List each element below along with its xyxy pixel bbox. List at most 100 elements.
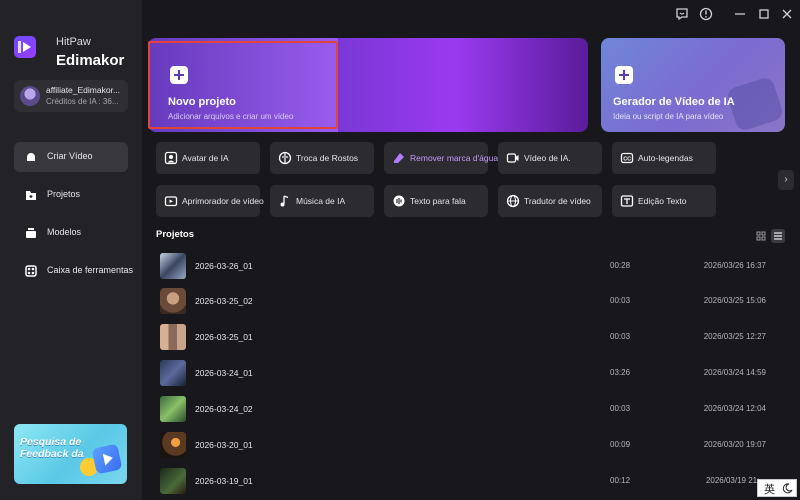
tool-text-to-speech[interactable]: Texto para fala [384, 185, 488, 217]
table-row[interactable]: 2026-03-24_02 00:03 2026/03/24 12:04 [156, 394, 784, 424]
tool-label: Tradutor de vídeo [524, 196, 591, 206]
music-icon [280, 195, 289, 207]
project-date: 2026/03/26 16:37 [703, 261, 766, 270]
project-duration: 00:28 [610, 261, 631, 270]
settings-icon[interactable] [698, 6, 714, 22]
sidebar-item-create-video[interactable]: Criar Vídeo [14, 142, 128, 172]
create-video-icon [27, 153, 35, 161]
project-thumbnail [160, 396, 186, 422]
ime-indicator[interactable]: 英 [757, 479, 797, 497]
sidebar-item-label: Modelos [47, 227, 82, 237]
tool-video-enhancer[interactable]: Aprimorador de vídeo [156, 185, 264, 217]
table-row[interactable]: 2026-03-20_01 00:09 2026/03/20 19:07 [156, 430, 784, 460]
project-name: 2026-03-24_01 [195, 368, 253, 378]
brand-name-top: HitPaw [56, 36, 91, 48]
account-name: affiliate_Edimakor... [46, 85, 121, 95]
tool-ai-music[interactable]: Música de IA [270, 185, 374, 217]
ai-generator-subtitle: Ideia ou script de IA para vídeo [613, 112, 724, 121]
feedback-icon[interactable] [674, 6, 690, 22]
list-view-icon[interactable] [771, 229, 785, 243]
tool-label: Remover marca d'água [410, 153, 499, 163]
sidebar: HitPaw Edimakor affiliate_Edimakor... Cr… [0, 0, 142, 500]
project-thumbnail [160, 360, 186, 386]
text-edit-icon [620, 195, 634, 207]
project-thumbnail [160, 288, 186, 314]
translator-icon [506, 194, 520, 208]
sidebar-item-label: Caixa de ferramentas [47, 265, 134, 275]
project-name: 2026-03-24_02 [195, 404, 253, 414]
project-duration: 00:03 [610, 332, 631, 341]
project-thumbnail [160, 432, 186, 458]
project-thumbnail [160, 468, 186, 494]
toolbox-icon [25, 265, 37, 277]
project-date: 2026/03/24 14:59 [703, 368, 766, 377]
tool-label: Auto-legendas [638, 153, 693, 163]
account-card[interactable]: affiliate_Edimakor... Créditos de IA : 3… [14, 80, 128, 112]
project-date: 2026/03/24 12:04 [703, 404, 766, 413]
tool-label: Troca de Rostos [296, 153, 359, 163]
moon-icon [782, 483, 793, 494]
tool-ai-video[interactable]: Vídeo de IA. [498, 142, 602, 174]
project-date: 2026/03/25 12:27 [703, 332, 766, 341]
table-row[interactable]: 2026-03-25_01 00:03 2026/03/25 12:27 [156, 322, 784, 352]
tool-auto-subtitles[interactable]: CC Auto-legendas [612, 142, 716, 174]
subtitles-icon: CC [620, 152, 634, 164]
tools-next-arrow[interactable]: › [778, 170, 794, 190]
tool-face-swap[interactable]: Troca de Rostos [270, 142, 374, 174]
project-name: 2026-03-25_01 [195, 332, 253, 342]
avatar [20, 86, 40, 106]
table-row[interactable]: 2026-03-26_01 00:28 2026/03/26 16:37 [156, 251, 784, 281]
face-swap-icon [278, 151, 292, 165]
project-name: 2026-03-25_02 [195, 296, 253, 306]
feedback-text: Pesquisa de Feedback da [20, 436, 84, 460]
minimize-icon[interactable] [732, 6, 748, 22]
project-name: 2026-03-26_01 [195, 261, 253, 271]
play-icon [91, 443, 123, 475]
table-row[interactable]: 2026-03-25_02 00:03 2026/03/25 15:06 [156, 286, 784, 316]
project-duration: 03:26 [610, 368, 631, 377]
avatar-icon [164, 151, 178, 165]
tool-label: Música de IA [296, 196, 346, 206]
video-enhancer-icon [164, 196, 178, 207]
plus-icon [615, 66, 633, 84]
tool-label: Avatar de IA [182, 153, 229, 163]
project-duration: 00:09 [610, 440, 631, 449]
project-thumbnail [160, 324, 186, 350]
feedback-banner[interactable]: Pesquisa de Feedback da [14, 424, 127, 484]
ime-language: 英 [764, 484, 775, 496]
ai-generator-title: Gerador de Vídeo de IA [613, 96, 735, 108]
table-row[interactable]: 2026-03-19_01 00:12 2026/03/19 21:... [156, 466, 784, 496]
ai-credits: Créditos de IA : 36... [46, 97, 119, 106]
project-date: 2026/03/20 19:07 [703, 440, 766, 449]
tool-label: Edição Texto [638, 196, 687, 206]
watermark-remove-icon [394, 153, 404, 163]
app-logo-icon [14, 36, 36, 58]
tool-label: Aprimorador de vídeo [182, 196, 264, 206]
project-duration: 00:03 [610, 404, 631, 413]
ai-video-generator-card[interactable]: Gerador de Vídeo de IA Ideia ou script d… [601, 38, 785, 132]
maximize-icon[interactable] [756, 6, 772, 22]
sidebar-item-label: Criar Vídeo [47, 151, 93, 161]
projects-heading: Projetos [156, 229, 195, 240]
projects-icon [26, 191, 36, 200]
project-duration: 00:03 [610, 296, 631, 305]
project-duration: 00:12 [610, 476, 631, 485]
tool-text-edit[interactable]: Edição Texto [612, 185, 716, 217]
sidebar-item-toolbox[interactable]: Caixa de ferramentas [14, 256, 133, 286]
sidebar-item-projects[interactable]: Projetos [14, 180, 128, 210]
project-name: 2026-03-20_01 [195, 440, 253, 450]
sidebar-item-label: Projetos [47, 189, 81, 199]
table-row[interactable]: 2026-03-24_01 03:26 2026/03/24 14:59 [156, 358, 784, 388]
tool-remove-watermark[interactable]: Remover marca d'água [384, 142, 498, 174]
tool-label: Texto para fala [410, 196, 466, 206]
ai-video-icon [506, 153, 519, 163]
project-thumbnail [160, 253, 186, 279]
text-to-speech-icon [393, 195, 405, 207]
tool-video-translator[interactable]: Tradutor de vídeo [498, 185, 602, 217]
grid-view-icon[interactable] [754, 229, 768, 243]
tool-ai-avatar[interactable]: Avatar de IA [156, 142, 260, 174]
sidebar-item-templates[interactable]: Modelos [14, 218, 128, 248]
project-name: 2026-03-19_01 [195, 476, 253, 486]
svg-text:CC: CC [623, 157, 631, 163]
close-icon[interactable] [779, 6, 795, 22]
